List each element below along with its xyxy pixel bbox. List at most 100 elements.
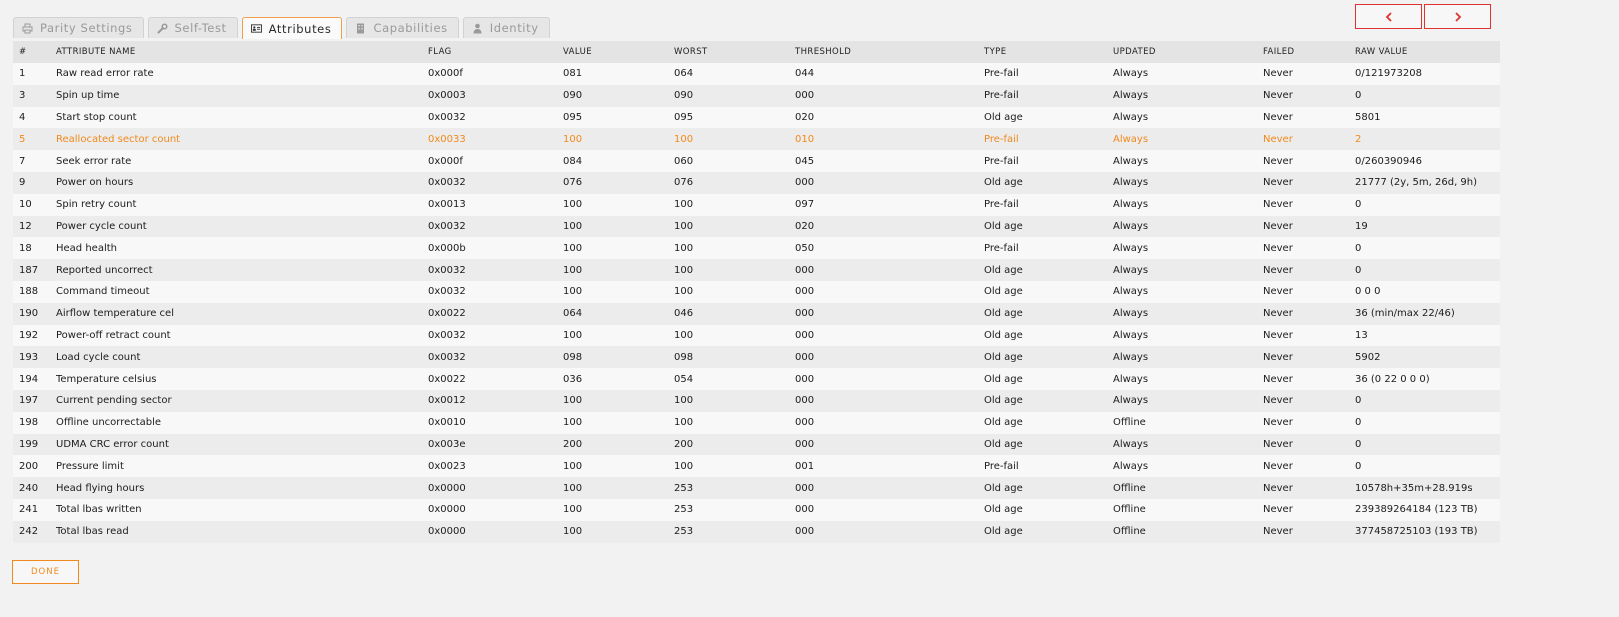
col-number-cell: 4 xyxy=(13,106,56,129)
col-worst-cell: 100 xyxy=(674,259,795,281)
col-flag-cell: 0x000f xyxy=(428,63,563,85)
col-value-cell: 084 xyxy=(563,150,674,172)
col-flag-cell: 0x0032 xyxy=(428,215,563,238)
col-raw-value-cell: 0 xyxy=(1355,455,1500,478)
col-attribute-name-cell: Power-off retract count xyxy=(56,324,428,347)
col-failed-cell: Never xyxy=(1263,368,1355,390)
column-header-number: # xyxy=(13,41,56,63)
col-failed-cell: Never xyxy=(1263,171,1355,194)
col-type-cell: Old age xyxy=(984,259,1113,281)
col-updated-cell: Always xyxy=(1113,193,1263,216)
col-raw-value-cell: 0 xyxy=(1355,259,1500,281)
col-threshold-cell: 000 xyxy=(795,280,984,303)
col-value-cell: 200 xyxy=(563,433,674,456)
col-attribute-name-cell: Power on hours xyxy=(56,171,428,194)
col-updated-cell: Always xyxy=(1113,106,1263,129)
col-updated-cell: Always xyxy=(1113,346,1263,369)
col-type-cell: Old age xyxy=(984,433,1113,456)
col-type-cell: Pre-fail xyxy=(984,128,1113,151)
tab-attributes[interactable]: Attributes xyxy=(241,17,343,39)
table-row: 190 Airflow temperature cel 0x0022 064 046 00… xyxy=(13,302,1500,325)
column-header-raw-value: RAW VALUE xyxy=(1355,41,1500,63)
col-type-cell: Old age xyxy=(984,171,1113,194)
table-row: 199 UDMA CRC error count 0x003e 200 200 000 Ol… xyxy=(13,433,1500,456)
tab-label: Identity xyxy=(489,21,539,35)
col-worst-cell: 064 xyxy=(674,63,795,85)
col-number-cell: 197 xyxy=(13,389,56,412)
col-value-cell: 100 xyxy=(563,498,674,521)
col-threshold-cell: 000 xyxy=(795,259,984,281)
col-attribute-name-cell: Total lbas read xyxy=(56,520,428,543)
col-threshold-cell: 045 xyxy=(795,150,984,172)
col-worst-cell: 076 xyxy=(674,171,795,194)
col-type-cell: Old age xyxy=(984,302,1113,325)
tab-self-test[interactable]: Self-Test xyxy=(147,17,238,38)
col-attribute-name-cell: Seek error rate xyxy=(56,150,428,172)
col-failed-cell: Never xyxy=(1263,280,1355,303)
col-raw-value-cell: 5902 xyxy=(1355,346,1500,369)
tab-label: Self-Test xyxy=(174,21,227,35)
tab-parity-settings[interactable]: Parity Settings xyxy=(13,17,144,38)
col-raw-value-cell: 0/121973208 xyxy=(1355,63,1500,85)
col-number-cell: 242 xyxy=(13,520,56,543)
col-value-cell: 100 xyxy=(563,193,674,216)
tab-identity[interactable]: Identity xyxy=(462,17,550,38)
col-raw-value-cell: 239389264184 (123 TB) xyxy=(1355,498,1500,521)
col-value-cell: 100 xyxy=(563,280,674,303)
col-threshold-cell: 020 xyxy=(795,215,984,238)
wrench-icon xyxy=(157,22,168,34)
col-threshold-cell: 010 xyxy=(795,128,984,151)
next-button[interactable] xyxy=(1424,4,1491,29)
col-updated-cell: Always xyxy=(1113,389,1263,412)
col-flag-cell: 0x0032 xyxy=(428,171,563,194)
done-button[interactable]: DONE xyxy=(12,560,79,584)
col-flag-cell: 0x0000 xyxy=(428,520,563,543)
col-updated-cell: Always xyxy=(1113,433,1263,456)
col-number-cell: 192 xyxy=(13,324,56,347)
col-raw-value-cell: 10578h+35m+28.919s xyxy=(1355,477,1500,499)
table-row: 18 Head health 0x000b 100 100 050 Pre-fail Alwa… xyxy=(13,237,1500,260)
col-attribute-name-cell: Spin up time xyxy=(56,84,428,107)
col-flag-cell: 0x0012 xyxy=(428,389,563,412)
col-value-cell: 100 xyxy=(563,520,674,543)
table-row: 192 Power-off retract count 0x0032 100 100 00… xyxy=(13,324,1500,347)
col-worst-cell: 100 xyxy=(674,280,795,303)
col-threshold-cell: 000 xyxy=(795,171,984,194)
col-type-cell: Old age xyxy=(984,215,1113,238)
col-raw-value-cell: 377458725103 (193 TB) xyxy=(1355,520,1500,543)
tab-capabilities[interactable]: Capabilities xyxy=(346,17,459,38)
col-updated-cell: Always xyxy=(1113,455,1263,478)
col-number-cell: 193 xyxy=(13,346,56,369)
col-value-cell: 036 xyxy=(563,368,674,390)
col-number-cell: 188 xyxy=(13,280,56,303)
user-icon xyxy=(472,23,483,34)
previous-button[interactable] xyxy=(1355,4,1422,29)
col-updated-cell: Always xyxy=(1113,302,1263,325)
col-failed-cell: Never xyxy=(1263,324,1355,347)
col-worst-cell: 095 xyxy=(674,106,795,129)
col-raw-value-cell: 0 xyxy=(1355,411,1500,434)
col-updated-cell: Always xyxy=(1113,84,1263,107)
col-type-cell: Old age xyxy=(984,498,1113,521)
printer-icon xyxy=(22,23,33,34)
col-number-cell: 9 xyxy=(13,171,56,194)
col-number-cell: 199 xyxy=(13,433,56,456)
col-threshold-cell: 000 xyxy=(795,477,984,499)
col-threshold-cell: 000 xyxy=(795,433,984,456)
col-failed-cell: Never xyxy=(1263,520,1355,543)
id-card-icon xyxy=(250,23,262,34)
col-threshold-cell: 000 xyxy=(795,411,984,434)
col-threshold-cell: 000 xyxy=(795,389,984,412)
col-threshold-cell: 001 xyxy=(795,455,984,478)
col-worst-cell: 100 xyxy=(674,411,795,434)
col-failed-cell: Never xyxy=(1263,215,1355,238)
col-attribute-name-cell: Temperature celsius xyxy=(56,368,428,390)
col-type-cell: Pre-fail xyxy=(984,237,1113,260)
table-row: 3 Spin up time 0x0003 090 090 000 Pre-fail Alwa… xyxy=(13,84,1500,107)
col-updated-cell: Always xyxy=(1113,171,1263,194)
col-failed-cell: Never xyxy=(1263,193,1355,216)
col-failed-cell: Never xyxy=(1263,346,1355,369)
col-worst-cell: 100 xyxy=(674,237,795,260)
col-type-cell: Old age xyxy=(984,520,1113,543)
col-worst-cell: 253 xyxy=(674,477,795,499)
